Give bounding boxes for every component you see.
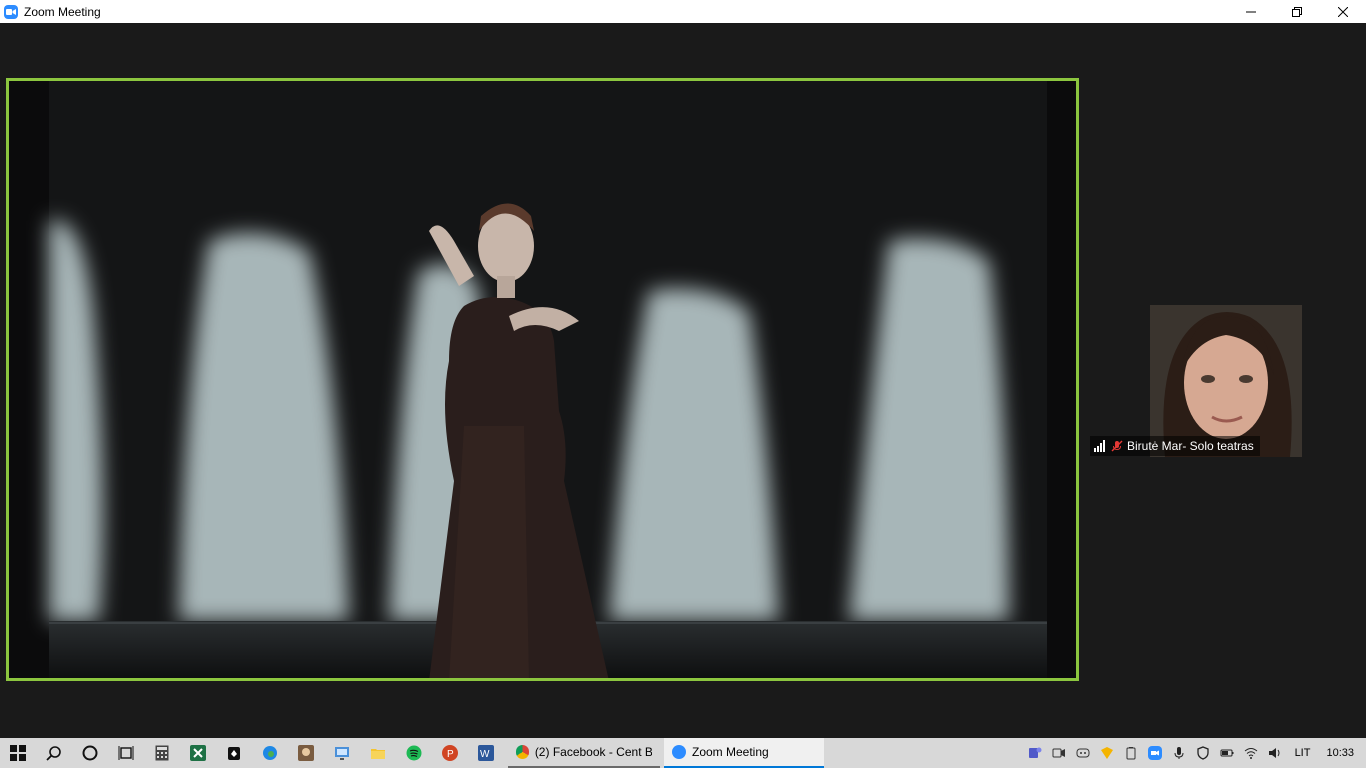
window-title: Zoom Meeting [24,4,101,19]
zoom-icon [672,745,686,759]
participant-thumbnail[interactable]: Birutė Mar- Solo teatras [1090,305,1302,457]
chrome-icon [516,745,529,759]
clock[interactable]: 10:33 [1318,747,1366,759]
signal-strength-icon [1094,440,1105,452]
search-button[interactable] [36,738,72,768]
cards-icon [228,747,240,760]
word-button[interactable]: W [468,738,504,768]
photo-icon [298,745,314,761]
svg-text:W: W [480,749,490,760]
search-icon [46,746,61,761]
battery-save-icon[interactable] [1119,738,1143,768]
powerpoint-icon: P [442,745,458,761]
participant-name-tag: Birutė Mar- Solo teatras [1090,436,1260,456]
theatre-performance-image [9,81,1076,678]
excel-icon [190,745,206,761]
file-explorer-button[interactable] [360,738,396,768]
taskbar-app-chrome[interactable]: (2) Facebook - Cent B... [508,738,660,768]
close-icon [1338,6,1348,17]
taskbar-app-label: (2) Facebook - Cent B... [534,745,652,759]
power-icon[interactable] [1215,738,1239,768]
sticky-icon[interactable] [1095,738,1119,768]
music-icon [406,745,422,761]
microphone-muted-icon [1111,440,1123,452]
wifi-icon[interactable] [1239,738,1263,768]
shield-icon[interactable] [1191,738,1215,768]
participant-video [1150,305,1302,457]
taskbar-app-zoom[interactable]: Zoom Meeting [664,738,824,768]
windows-taskbar: P W (2) Facebook - Cent B... Zoom Meetin… [0,738,1366,768]
calculator-button[interactable] [144,738,180,768]
cortana-button[interactable] [72,738,108,768]
system-tray: LIT 10:33 [1023,738,1366,768]
participant-name: Birutė Mar- Solo teatras [1127,439,1254,453]
powerpoint-button[interactable]: P [432,738,468,768]
discord-icon[interactable] [1071,738,1095,768]
active-speaker-video[interactable] [6,78,1079,681]
control-panel-button[interactable] [324,738,360,768]
task-view-button[interactable] [108,738,144,768]
meet-icon[interactable] [1047,738,1071,768]
cortana-circle-icon [82,745,98,761]
edge-icon [263,746,277,760]
word-icon: W [478,745,494,761]
microphone-icon[interactable] [1167,738,1191,768]
zoom-tray-icon[interactable] [1143,738,1167,768]
folder-icon [371,749,385,759]
minimize-button[interactable] [1228,0,1274,23]
zoom-app-icon [4,4,18,19]
windows-icon [10,745,26,761]
spotify-button[interactable] [396,738,432,768]
start-button[interactable] [0,738,36,768]
excel-button[interactable] [180,738,216,768]
meeting-stage: Birutė Mar- Solo teatras [0,23,1366,738]
edge-button[interactable] [252,738,288,768]
title-bar: Zoom Meeting [0,0,1366,23]
close-button[interactable] [1320,0,1366,23]
solitaire-button[interactable] [216,738,252,768]
restore-icon [1292,6,1302,17]
calculator-icon [155,745,169,761]
svg-text:P: P [447,749,454,760]
taskbar-app-label: Zoom Meeting [692,745,769,759]
participant-portrait-image [1150,305,1302,457]
photo-app-button[interactable] [288,738,324,768]
teams-icon[interactable] [1023,738,1047,768]
monitor-icon [335,747,349,760]
task-view-icon [118,746,134,760]
restore-button[interactable] [1274,0,1320,23]
input-language[interactable]: LIT [1287,747,1319,759]
volume-icon[interactable] [1263,738,1287,768]
minimize-icon [1246,11,1256,12]
